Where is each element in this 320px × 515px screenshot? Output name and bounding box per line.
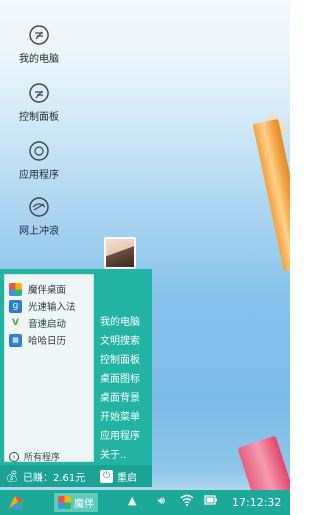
apps-icon [28, 140, 50, 162]
desktop-icon-label: 我的电脑 [19, 54, 59, 65]
computer-icon [28, 24, 50, 46]
quick-link-apps[interactable]: 应用程序 [100, 427, 140, 442]
app-label: 光速输入法 [28, 302, 76, 313]
start-menu-app-launcher[interactable]: V 音速启动 [9, 315, 66, 331]
wifi-icon[interactable] [180, 494, 194, 509]
desktop-icon-browser[interactable]: 网上冲浪 [10, 196, 68, 237]
desktop-icon-control-panel[interactable]: 控制面板 [10, 82, 68, 123]
quick-link-my-computer[interactable]: 我的电脑 [100, 313, 140, 328]
all-programs-label: 所有程序 [24, 453, 61, 463]
desktop: 我的电脑 控制面板 应用程序 网上冲浪 魔伴桌面 g 光速输入法 V 音速启动 … [0, 0, 290, 515]
desktop-icon-label: 网上冲浪 [19, 226, 59, 237]
desktop-icon-label: 应用程序 [19, 170, 59, 181]
battery-icon[interactable] [204, 494, 218, 509]
all-programs-button[interactable]: › 所有程序 [9, 450, 60, 463]
keyboard-icon: g [9, 299, 22, 313]
moban-app-icon [58, 496, 71, 509]
power-icon: ⏻ [100, 470, 113, 483]
restart-label: 重启 [117, 473, 137, 484]
restart-button[interactable]: ⏻ 重启 [100, 469, 137, 484]
desktop-icon-apps[interactable]: 应用程序 [10, 140, 68, 181]
start-menu: 魔伴桌面 g 光速输入法 V 音速启动 ▦ 哈哈日历 › 所有程序 我的电脑 文… [0, 237, 152, 487]
earnings-label: 已赚：2.61元 [22, 472, 86, 484]
moban-desktop-icon [9, 282, 22, 296]
v-launcher-icon: V [12, 318, 19, 328]
arrow-right-icon: › [9, 451, 19, 462]
calendar-icon: ▦ [9, 333, 22, 347]
quick-link-desktop-background[interactable]: 桌面背景 [100, 389, 140, 404]
control-panel-icon [28, 82, 50, 104]
quick-link-control-panel[interactable]: 控制面板 [100, 351, 140, 366]
quick-link-start-menu[interactable]: 开始菜单 [100, 408, 140, 423]
quick-link-about[interactable]: 关于.. [100, 446, 126, 461]
start-button[interactable] [6, 492, 28, 514]
app-label: 哈哈日历 [28, 336, 67, 347]
start-menu-app-moban[interactable]: 魔伴桌面 [9, 281, 66, 297]
start-menu-footer: 💰︎ 已赚：2.61元 ⏻ 重启 [0, 465, 152, 487]
taskbar: 魔伴 ▲ 🔊︎ 17:12:32 [0, 490, 290, 515]
app-label: 音速启动 [28, 319, 67, 330]
taskbar-app-label: 魔伴 [74, 499, 94, 510]
user-avatar[interactable] [104, 237, 136, 269]
volume-icon[interactable]: 🔊︎ [158, 494, 165, 508]
quick-link-desktop-icons[interactable]: 桌面图标 [100, 370, 140, 385]
start-menu-app-list: 魔伴桌面 g 光速输入法 V 音速启动 ▦ 哈哈日历 › 所有程序 [4, 274, 94, 463]
desktop-icon-label: 控制面板 [19, 112, 59, 123]
taskbar-clock[interactable]: 17:12:32 [232, 496, 281, 509]
tray-expand-icon[interactable]: ▲ [128, 494, 136, 507]
start-logo-icon [9, 496, 24, 510]
start-menu-app-calendar[interactable]: ▦ 哈哈日历 [9, 332, 66, 348]
quick-link-search[interactable]: 文明搜索 [100, 332, 140, 347]
desktop-icon-my-computer[interactable]: 我的电脑 [10, 24, 68, 65]
browser-icon [28, 196, 50, 218]
money-bag-icon: 💰︎ [5, 469, 19, 483]
taskbar-app-moban[interactable]: 魔伴 [54, 493, 98, 512]
pencil-decoration [252, 118, 290, 272]
app-label: 魔伴桌面 [28, 285, 67, 296]
start-menu-app-input-method[interactable]: g 光速输入法 [9, 298, 76, 314]
earnings: 💰︎ 已赚：2.61元 [5, 469, 85, 484]
